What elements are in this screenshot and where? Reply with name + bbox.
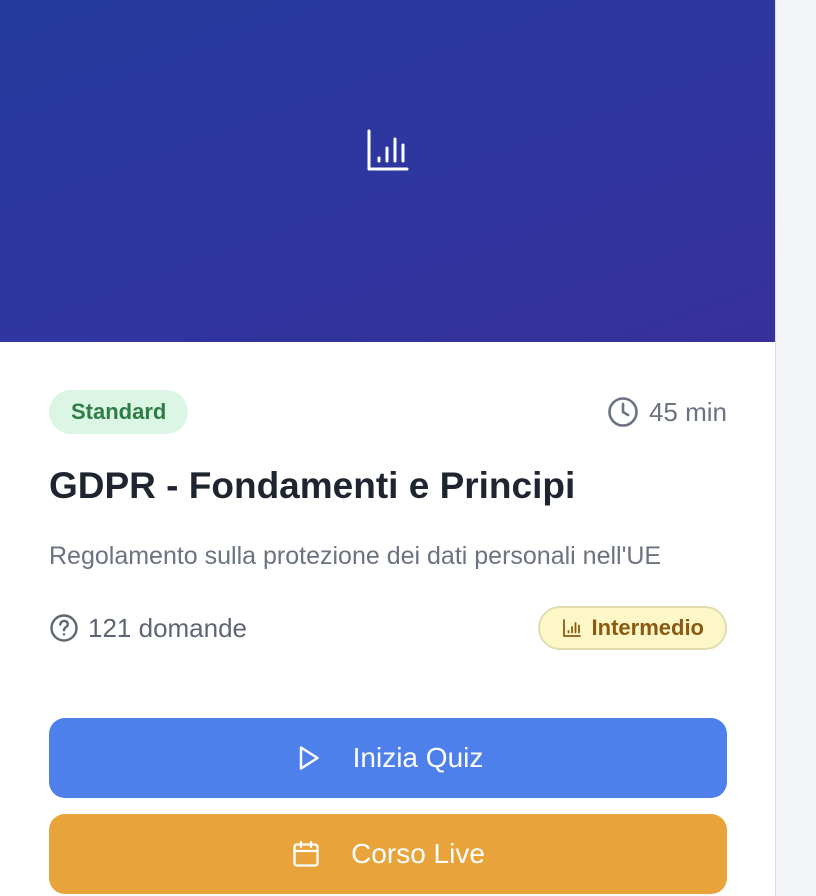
- live-course-label: Corso Live: [351, 838, 485, 869]
- card-hero: [0, 0, 775, 342]
- question-count-label: 121 domande: [88, 612, 248, 643]
- difficulty-label: Intermedio: [591, 615, 704, 640]
- quiz-title: GDPR - Fondamenti e Principi: [49, 465, 576, 506]
- start-quiz-button[interactable]: Inizia Quiz: [49, 718, 727, 798]
- quiz-card: Standard 45 min GDPR - Fondamenti e Prin…: [0, 0, 776, 896]
- difficulty-badge: Intermedio: [537, 606, 727, 650]
- card-meta-row: 121 domande Intermedio: [49, 606, 727, 650]
- play-icon: [299, 746, 319, 770]
- category-badge: Standard: [49, 390, 189, 434]
- question-circle-icon: [50, 614, 78, 642]
- duration-label: 45 min: [648, 396, 727, 427]
- card-header-row: Standard 45 min: [49, 390, 727, 434]
- start-quiz-label: Inizia Quiz: [352, 742, 484, 773]
- bar-chart-icon: [562, 619, 581, 637]
- question-count: 121 domande: [49, 613, 247, 644]
- quiz-description: Regolamento sulla protezione dei dati pe…: [49, 542, 662, 570]
- calendar-icon: [293, 840, 319, 867]
- live-course-button[interactable]: Corso Live: [49, 814, 727, 894]
- clock-icon: [608, 397, 638, 427]
- bar-chart-icon: [367, 129, 409, 171]
- card-body: Standard 45 min GDPR - Fondamenti e Prin…: [49, 390, 727, 894]
- duration: 45 min: [607, 396, 727, 428]
